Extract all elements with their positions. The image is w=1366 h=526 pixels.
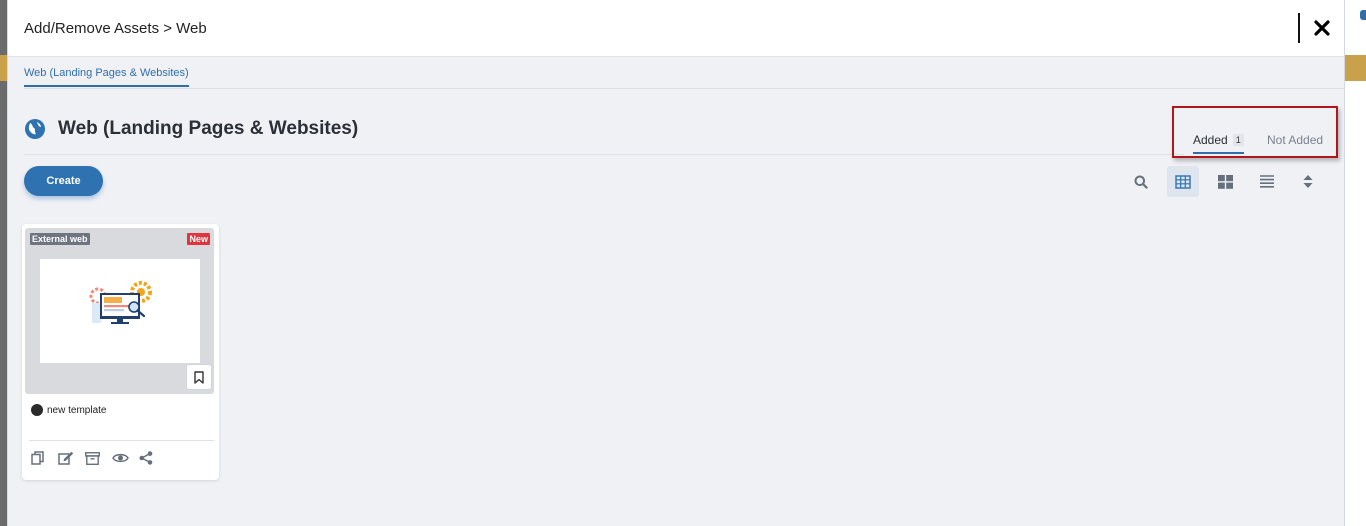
share-button[interactable] (139, 450, 166, 466)
globe-icon (25, 119, 45, 139)
grid-view-icon (1217, 174, 1233, 189)
thumbnail-preview (40, 259, 200, 363)
asset-name-text: new template (47, 404, 107, 416)
added-count-badge: 1 (1232, 134, 1244, 146)
list-view-icon (1260, 175, 1274, 188)
new-badge: New (187, 233, 210, 245)
copy-icon (31, 451, 44, 465)
card-actions (31, 450, 166, 466)
eye-icon (112, 453, 129, 463)
status-dot (31, 404, 43, 416)
close-icon (1314, 20, 1330, 36)
tab-web-landing-pages[interactable]: Web (Landing Pages & Websites) (24, 67, 189, 87)
preview-button[interactable] (112, 450, 139, 466)
add-remove-assets-modal: Add/Remove Assets > Web Web (Landing Pag… (7, 0, 1345, 526)
card-divider (29, 440, 214, 441)
search-icon (1134, 175, 1148, 189)
close-button[interactable] (1311, 16, 1333, 40)
asset-type-badge: External web (30, 233, 90, 245)
copy-button[interactable] (31, 450, 58, 466)
edit-button[interactable] (58, 450, 85, 466)
section-header: Web (Landing Pages & Websites) (24, 118, 358, 140)
share-icon (139, 451, 153, 465)
asset-thumbnail[interactable]: External web New (25, 228, 214, 394)
archive-button[interactable] (85, 450, 112, 466)
modal-title: Add/Remove Assets > Web (24, 19, 207, 37)
asset-card[interactable]: External web New new template (22, 224, 219, 480)
tab-added-label: Added (1193, 133, 1228, 147)
section-title: Web (Landing Pages & Websites) (58, 118, 359, 139)
section-divider (24, 154, 1184, 155)
sort-icon (1303, 175, 1313, 188)
asset-name: new template (31, 404, 106, 416)
table-view-icon (1175, 174, 1191, 189)
grid-view-button[interactable] (1209, 166, 1241, 197)
asset-type-tabs: Web (Landing Pages & Websites) (24, 57, 1344, 89)
sort-button[interactable] (1292, 166, 1324, 197)
tab-added[interactable]: Added 1 (1193, 133, 1244, 154)
list-view-button[interactable] (1251, 166, 1283, 197)
header-divider (1298, 13, 1300, 43)
bookmark-button[interactable] (186, 364, 212, 390)
table-view-button[interactable] (1167, 166, 1199, 197)
create-button[interactable]: Create (24, 166, 103, 196)
edit-icon (58, 451, 74, 465)
background-page-edge (1344, 0, 1366, 526)
tab-not-added[interactable]: Not Added (1267, 133, 1323, 147)
web-design-illustration-icon (89, 281, 152, 324)
search-button[interactable] (1125, 166, 1157, 197)
modal-header: Add/Remove Assets > Web (8, 0, 1344, 57)
archive-icon (85, 451, 100, 465)
bookmark-icon (194, 370, 204, 384)
